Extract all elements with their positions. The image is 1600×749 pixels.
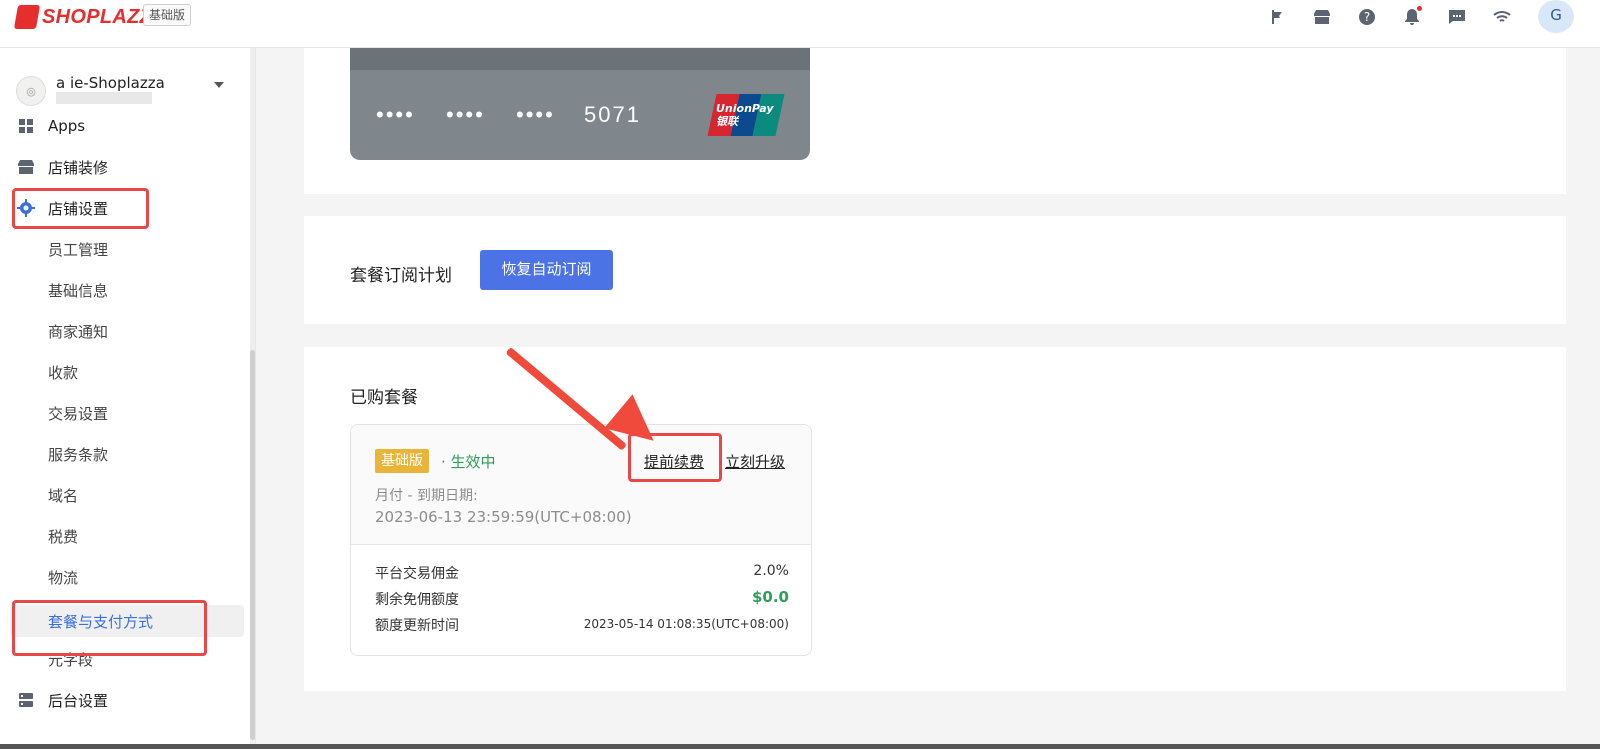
message-icon[interactable] [1446,6,1468,28]
sidebar-item-label: 服务条款 [48,445,109,464]
sidebar-item-checkout[interactable]: 交易设置 [16,397,242,429]
free-quota-value: $0.0 [751,588,789,606]
sidebar-item-notifications[interactable]: 商家通知 [16,315,242,347]
card-last4: 5071 [584,102,641,127]
top-bar: SHOPLAZZA 基础版 ? G [0,0,1600,48]
card-masked-group: •••• [376,102,415,127]
sidebar: ◎ a ie-Shoplazza Apps 店铺装修 店铺设置 员工管理 基础信… [0,48,256,749]
user-avatar[interactable]: G [1538,0,1574,33]
plan-summary: 基础版 · 生效中 提前续费 立刻升级 月付 - 到期日期: 2023-06-1… [351,425,811,545]
sidebar-item-label: 收款 [48,363,79,382]
sidebar-item-admin-settings[interactable]: 后台设置 [16,684,242,716]
quota-update-label: 额度更新时间 [375,618,459,634]
store-logo-icon: ◎ [16,76,46,106]
help-icon[interactable]: ? [1356,6,1378,28]
sidebar-item-label: 员工管理 [48,240,109,259]
sidebar-item-label: 税费 [48,527,79,546]
notification-dot [1417,6,1422,11]
chevron-down-icon[interactable] [214,82,224,88]
sidebar-item-label: 交易设置 [48,404,109,423]
apps-icon [16,116,36,136]
card-masked-group: •••• [446,102,485,127]
sidebar-item-label: 域名 [48,486,79,505]
sidebar-item-basic-info[interactable]: 基础信息 [16,274,242,306]
plan-badge: 基础版 [375,449,429,473]
sidebar-item-shipping[interactable]: 物流 [16,561,242,593]
sidebar-item-terms[interactable]: 服务条款 [16,438,242,470]
commission-value: 2.0% [753,563,789,579]
flag-icon[interactable] [1266,6,1288,28]
sidebar-item-label: 物流 [48,568,79,587]
purchased-plan-title: 已购套餐 [350,388,418,408]
resume-auto-subscription-button[interactable]: 恢复自动订阅 [480,250,613,290]
unionpay-brand-cn: 银联 [716,115,738,128]
annotation-box-store-settings [12,188,149,229]
bottom-edge-strip [0,744,1600,749]
annotation-box-plan-billing [12,600,207,656]
card-band [350,48,810,70]
sidebar-item-domains[interactable]: 域名 [16,479,242,511]
sidebar-item-taxes[interactable]: 税费 [16,520,242,552]
unionpay-brand: UnionPay [716,102,774,115]
store-id-redacted [56,92,152,104]
expiry-date: 2023-06-13 23:59:59(UTC+08:00) [375,508,632,526]
bank-card: •••• •••• •••• 5071 UnionPay 银联 [350,48,810,160]
logo-mark-icon [13,5,41,29]
plan-tag: 基础版 [143,4,192,26]
unionpay-logo-icon: UnionPay 银联 [707,94,785,136]
sidebar-item-payments[interactable]: 收款 [16,356,242,388]
sidebar-scroll-thumb[interactable] [250,350,255,740]
plan-status: · 生效中 [441,453,496,471]
sidebar-item-store-design[interactable]: 店铺装修 [16,151,242,183]
subscription-plan-title: 套餐订阅计划 [350,266,452,286]
store-switcher[interactable]: ◎ a ie-Shoplazza [16,74,236,108]
store-icon [16,157,36,177]
store-name: a ie-Shoplazza [56,74,165,92]
plan-detail-box: 基础版 · 生效中 提前续费 立刻升级 月付 - 到期日期: 2023-06-1… [350,424,812,656]
store-icon[interactable] [1311,6,1333,28]
card-masked-group: •••• [516,102,555,127]
sidebar-item-label: 后台设置 [48,691,109,710]
sidebar-item-label: 商家通知 [48,322,109,341]
svg-text:?: ? [1364,10,1370,24]
commission-label: 平台交易佣金 [375,566,459,582]
billing-cycle-label: 月付 - 到期日期: [375,488,478,504]
sidebar-item-staff[interactable]: 员工管理 [16,233,242,265]
sidebar-item-apps[interactable]: Apps [16,110,242,142]
sidebar-item-label: 店铺装修 [48,158,109,177]
upgrade-now-link[interactable]: 立刻升级 [725,451,785,472]
wifi-icon[interactable] [1491,6,1513,28]
bell-icon[interactable] [1401,6,1423,28]
sidebar-item-label: Apps [48,117,86,135]
quota-update-value: 2023-05-14 01:08:35(UTC+08:00) [583,617,789,631]
free-quota-label: 剩余免佣额度 [375,592,459,608]
server-icon [16,690,36,710]
sidebar-item-label: 基础信息 [48,281,109,300]
